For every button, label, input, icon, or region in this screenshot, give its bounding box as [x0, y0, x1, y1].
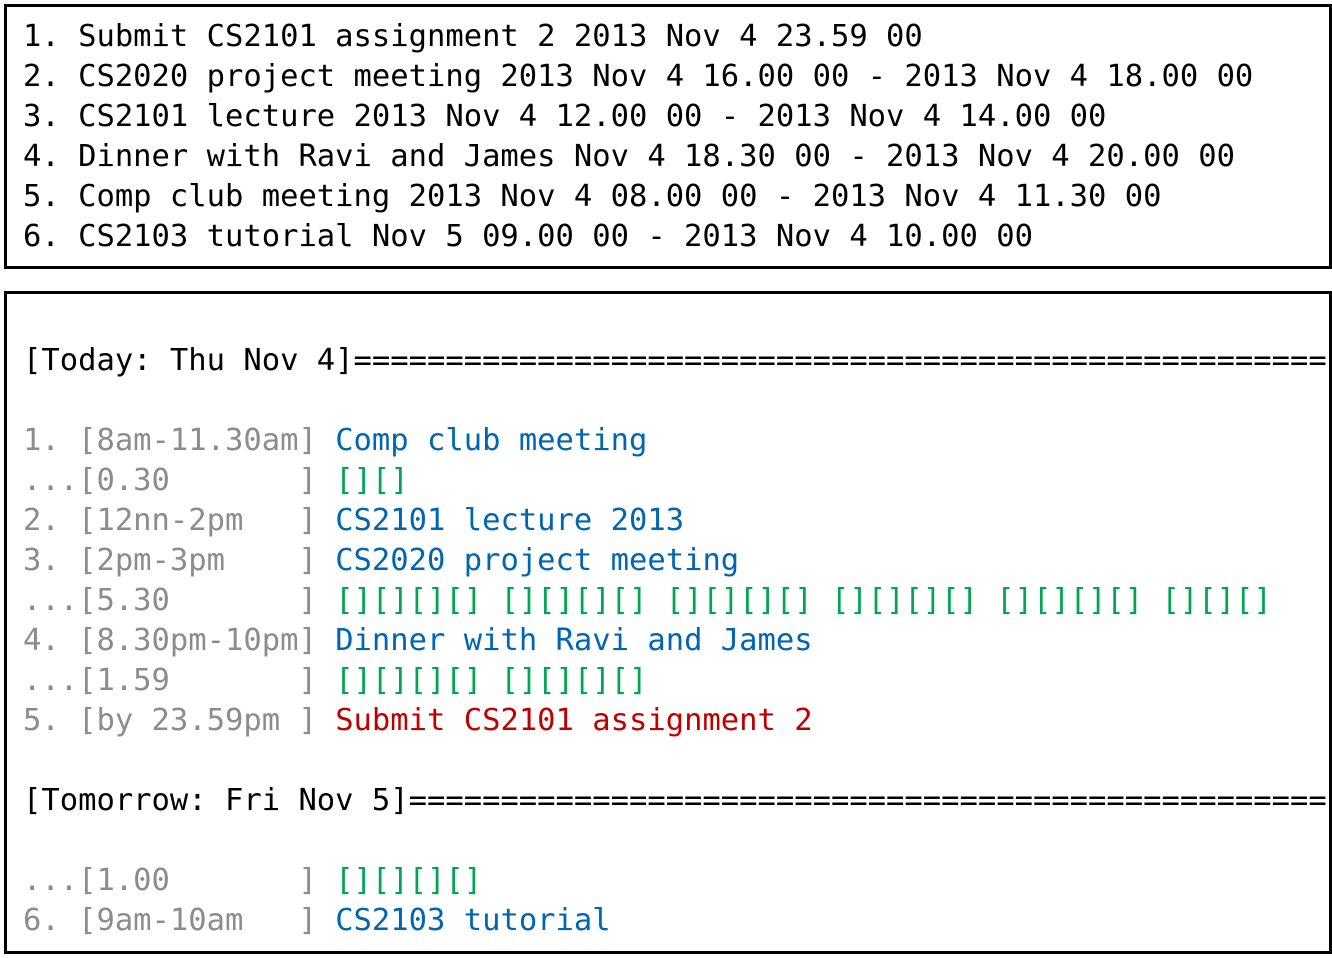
row-index: 5.	[23, 703, 79, 738]
row-time: [8am-11.30am]	[78, 423, 317, 458]
free-slot-row: ...[0.30 ] [][]	[23, 461, 409, 501]
schedule-row: 2. [12nn-2pm ] CS2101 lecture 2013	[23, 501, 684, 541]
free-time-blocks: [][]	[335, 463, 409, 498]
schedule-row: 4. [8.30pm-10pm] Dinner with Ravi and Ja…	[23, 621, 813, 661]
row-time: [2pm-3pm ]	[78, 543, 317, 578]
free-slot-row: ...[1.00 ] [][][][]	[23, 861, 482, 901]
tomorrow-header: [Tomorrow: Fri Nov 5]===================…	[23, 783, 1327, 818]
input-line: 4. Dinner with Ravi and James Nov 4 18.3…	[23, 139, 1235, 174]
row-index: 6.	[23, 903, 79, 938]
row-index: ...	[23, 663, 79, 698]
row-index: 4.	[23, 623, 79, 658]
row-index: 2.	[23, 503, 79, 538]
input-line: 1. Submit CS2101 assignment 2 2013 Nov 4…	[23, 19, 923, 54]
input-line: 6. CS2103 tutorial Nov 5 09.00 00 - 2013…	[23, 219, 1033, 254]
task-text: Dinner with Ravi and James	[335, 623, 813, 658]
task-text: CS2020 project meeting	[335, 543, 740, 578]
deadline-text: Submit CS2101 assignment 2	[335, 703, 813, 738]
row-time: [1.59 ]	[78, 663, 317, 698]
free-time-blocks: [][][][] [][][][]	[335, 663, 648, 698]
input-line: 5. Comp club meeting 2013 Nov 4 08.00 00…	[23, 179, 1162, 214]
row-time: [0.30 ]	[78, 463, 317, 498]
free-slot-row: ...[1.59 ] [][][][] [][][][]	[23, 661, 647, 701]
row-time: [1.00 ]	[78, 863, 317, 898]
deadline-row: 5. [by 23.59pm ] Submit CS2101 assignmen…	[23, 701, 813, 741]
schedule-output-box: [Today: Thu Nov 4]======================…	[4, 291, 1332, 954]
row-index: 1.	[23, 423, 79, 458]
row-time: [12nn-2pm ]	[78, 503, 317, 538]
row-time: [by 23.59pm ]	[78, 703, 317, 738]
row-index: ...	[23, 583, 79, 618]
input-line: 2. CS2020 project meeting 2013 Nov 4 16.…	[23, 59, 1254, 94]
schedule-row: 3. [2pm-3pm ] CS2020 project meeting	[23, 541, 739, 581]
task-text: Comp club meeting	[335, 423, 648, 458]
row-time: [9am-10am ]	[78, 903, 317, 938]
free-slot-row: ...[5.30 ] [][][][] [][][][] [][][][] []…	[23, 581, 1272, 621]
row-index: ...	[23, 463, 79, 498]
today-header: [Today: Thu Nov 4]======================…	[23, 343, 1327, 378]
schedule-row: 6. [9am-10am ] CS2103 tutorial	[23, 901, 611, 941]
input-task-box: 1. Submit CS2101 assignment 2 2013 Nov 4…	[4, 4, 1332, 269]
free-time-blocks: [][][][]	[335, 863, 483, 898]
row-index: ...	[23, 863, 79, 898]
input-line: 3. CS2101 lecture 2013 Nov 4 12.00 00 - …	[23, 99, 1107, 134]
row-time: [5.30 ]	[78, 583, 317, 618]
free-time-blocks: [][][][] [][][][] [][][][] [][][][] [][]…	[335, 583, 1272, 618]
task-text: CS2103 tutorial	[335, 903, 611, 938]
row-index: 3.	[23, 543, 79, 578]
row-time: [8.30pm-10pm]	[78, 623, 317, 658]
task-text: CS2101 lecture 2013	[335, 503, 685, 538]
schedule-row: 1. [8am-11.30am] Comp club meeting	[23, 421, 647, 461]
